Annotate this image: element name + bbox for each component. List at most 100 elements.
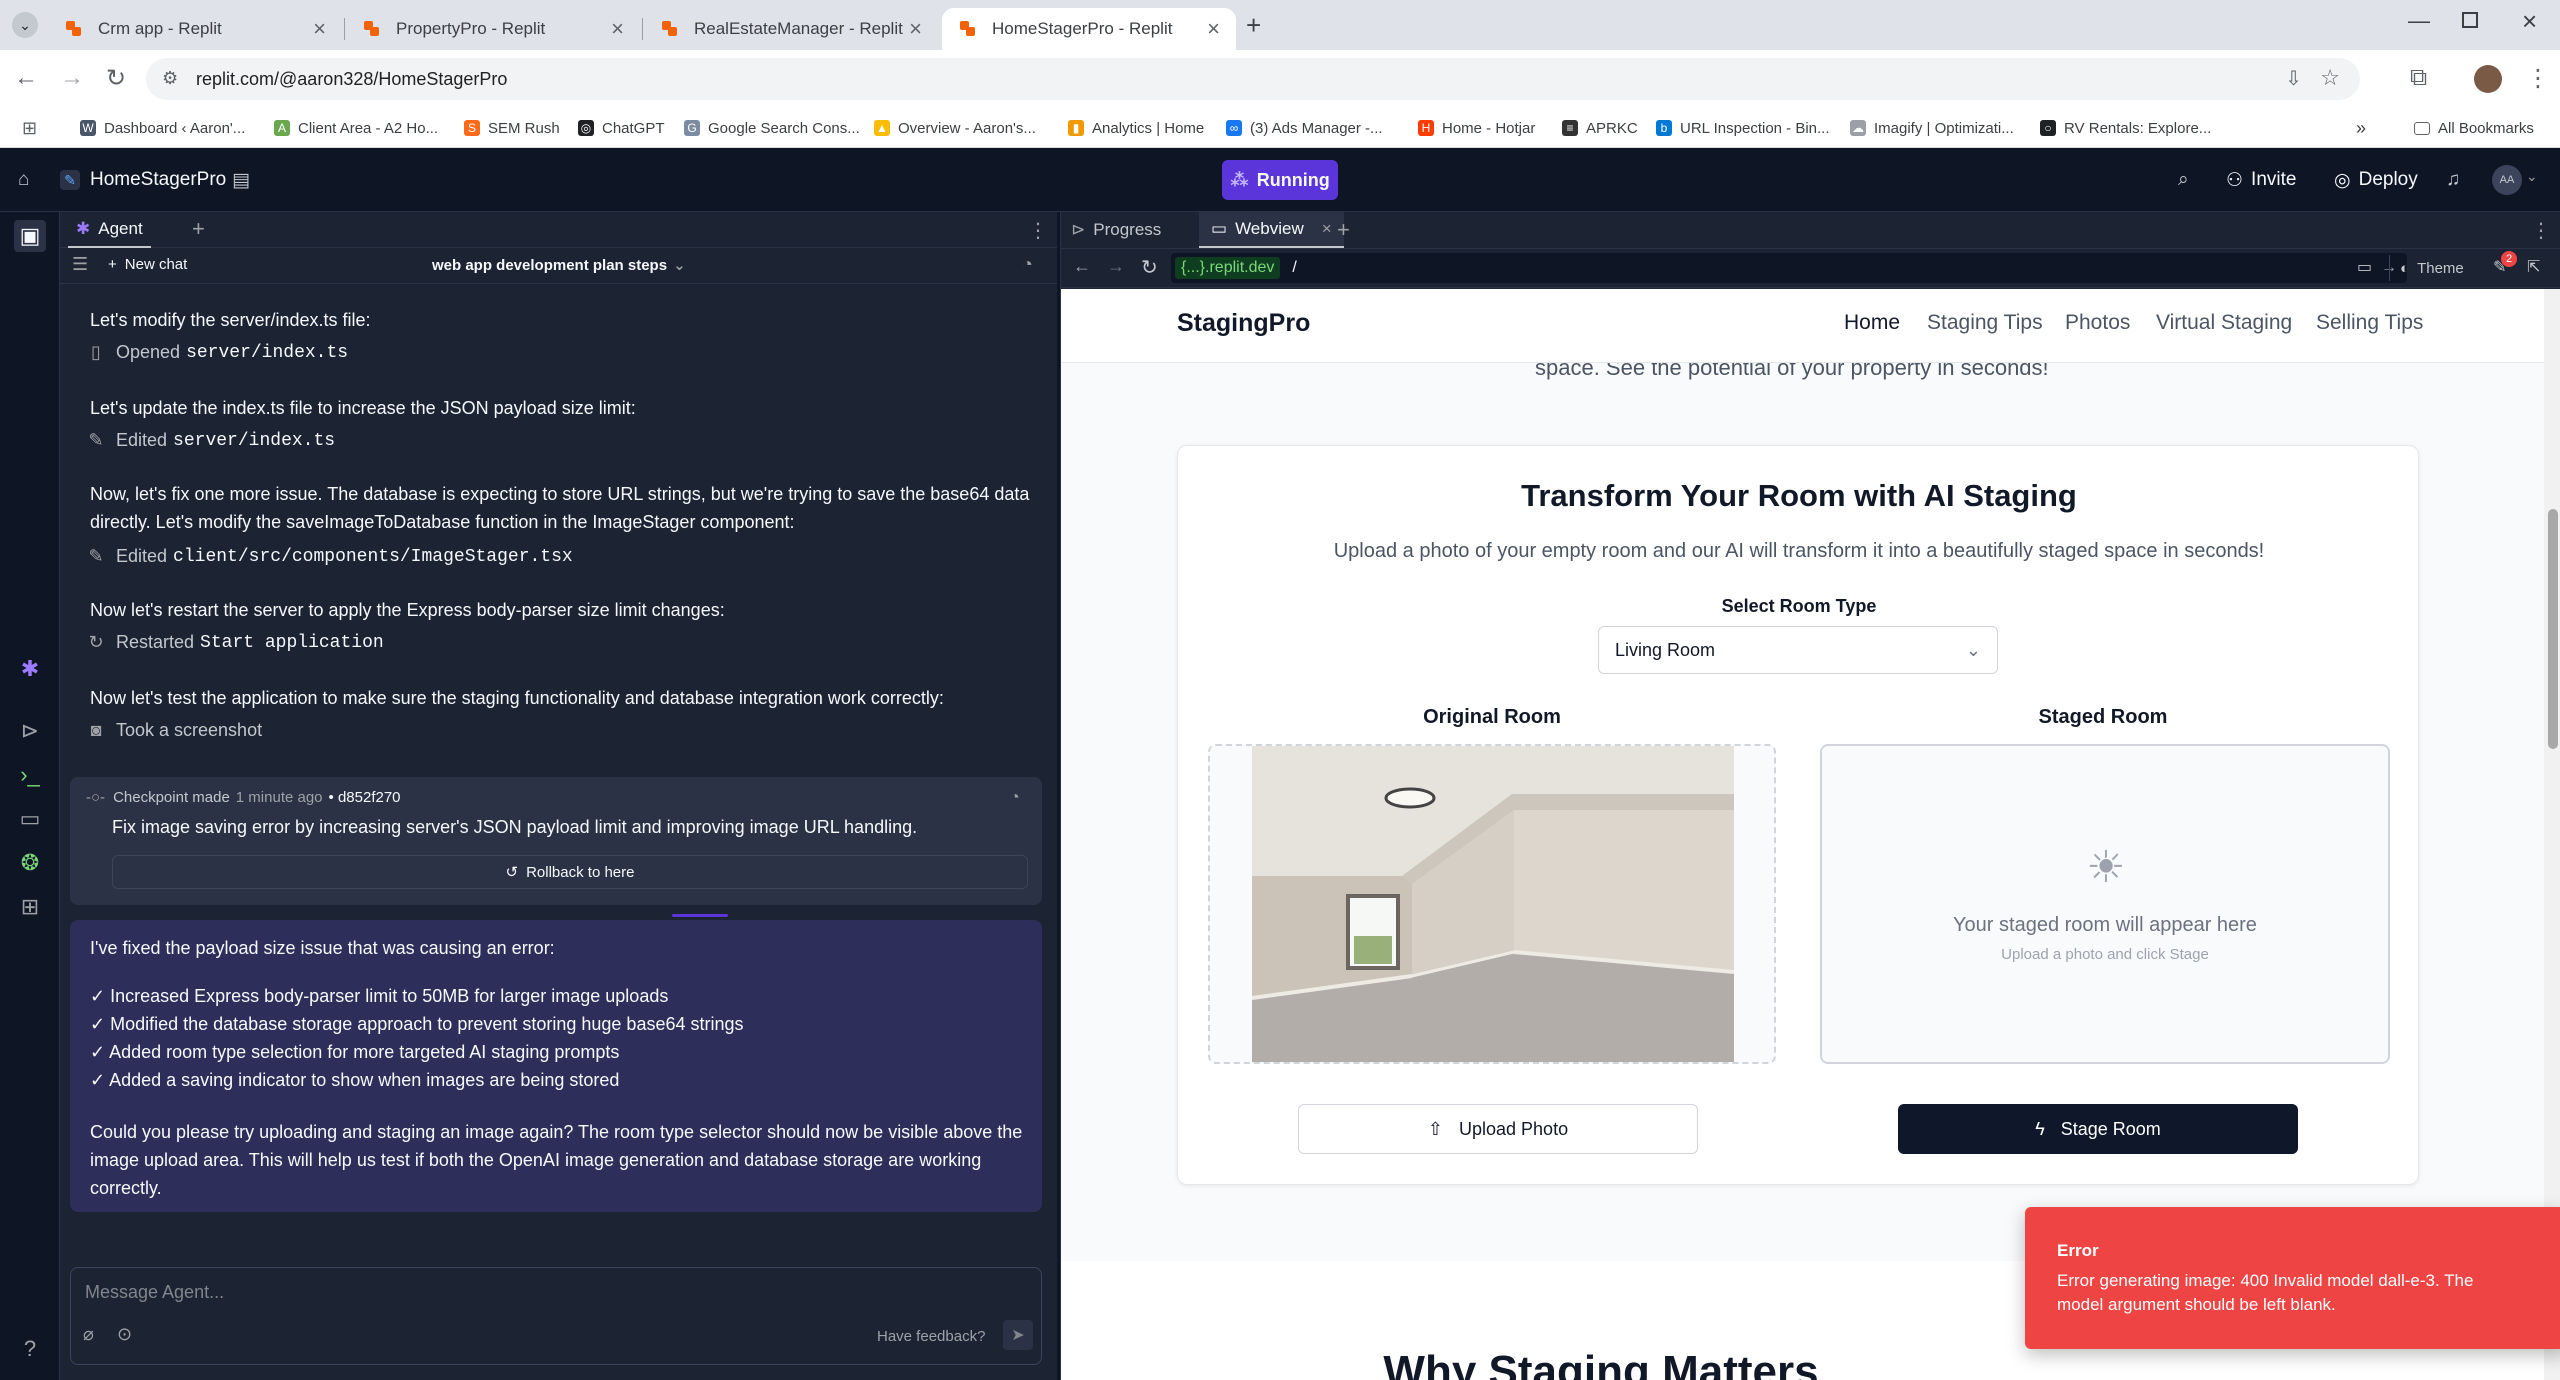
- chat-settings-icon[interactable]: ◔: [1022, 254, 1033, 275]
- new-tab-icon[interactable]: +: [1246, 10, 1261, 41]
- install-app-icon[interactable]: ⇩: [2285, 66, 2302, 91]
- stage-room-button[interactable]: ϟ Stage Room: [1898, 1104, 2298, 1154]
- restore-icon[interactable]: [2462, 12, 2478, 28]
- browser-tab[interactable]: PropertyPro - Replit ×: [346, 8, 640, 50]
- room-type-select[interactable]: Living Room ⌄: [1598, 626, 1998, 674]
- original-dropzone[interactable]: [1208, 744, 1776, 1064]
- webview-reload-icon[interactable]: ↻: [1141, 255, 1158, 280]
- toast-message: Error generating image: 400 Invalid mode…: [2057, 1271, 2474, 1314]
- lightbulb-icon: ☀: [2086, 843, 2126, 892]
- shell-icon[interactable]: ›_: [16, 762, 44, 790]
- add-tab-icon[interactable]: +: [192, 216, 205, 242]
- nav-staging-tips[interactable]: Staging Tips: [1927, 311, 2043, 335]
- chat-title-dropdown[interactable]: web app development plan steps ⌄: [432, 256, 686, 275]
- context-icon[interactable]: ⊙: [117, 1324, 132, 1345]
- bookmark-item[interactable]: b URL Inspection - Bin...: [1656, 108, 1830, 148]
- bookmark-item[interactable]: ∞ (3) Ads Manager -...: [1226, 108, 1383, 148]
- site-brand[interactable]: StagingPro: [1177, 309, 1310, 338]
- agent-input-box[interactable]: Message Agent... ⌀ ⊙ Have feedback? ➤: [70, 1267, 1042, 1365]
- avatar-menu-icon[interactable]: ⌄: [2526, 168, 2538, 185]
- project-switcher[interactable]: ✎ HomeStagerPro: [60, 160, 226, 200]
- add-tab-icon[interactable]: +: [1337, 212, 1350, 248]
- all-tools-icon[interactable]: ⊞: [16, 894, 44, 922]
- webview-url-bar[interactable]: {...}.replit.dev / →: [1171, 253, 2407, 283]
- rollback-button[interactable]: ↺ Rollback to here: [112, 855, 1028, 889]
- upload-photo-button[interactable]: ⇧ Upload Photo: [1298, 1104, 1698, 1154]
- close-tab-icon[interactable]: ×: [1207, 16, 1220, 42]
- close-tab-icon[interactable]: ×: [611, 16, 624, 42]
- bookmark-item[interactable]: S SEM Rush: [464, 108, 560, 148]
- browser-tab[interactable]: Crm app - Replit ×: [48, 8, 342, 50]
- browser-tab[interactable]: RealEstateManager - Replit ×: [644, 8, 938, 50]
- nav-home[interactable]: Home: [1844, 311, 1900, 335]
- feedback-link[interactable]: Have feedback?: [877, 1328, 985, 1345]
- close-tab-icon[interactable]: ×: [909, 16, 922, 42]
- address-bar[interactable]: ⚙ replit.com/@aaron328/HomeStagerPro ⇩ ☆: [146, 58, 2360, 100]
- notifications-icon[interactable]: ♫: [2446, 160, 2460, 200]
- theme-button[interactable]: ◐ Theme: [2389, 255, 2464, 281]
- agent-tool-icon[interactable]: ✱: [16, 656, 44, 684]
- profile-avatar[interactable]: [2474, 65, 2502, 93]
- close-window-icon[interactable]: ×: [2522, 6, 2537, 37]
- back-icon[interactable]: ←: [14, 64, 38, 92]
- bookmark-item[interactable]: ◎ ChatGPT: [578, 108, 665, 148]
- checkpoint-settings-icon[interactable]: ◔: [1010, 789, 1020, 807]
- send-button[interactable]: ➤: [1003, 1320, 1033, 1350]
- bookmark-item[interactable]: ▮ Analytics | Home: [1068, 108, 1204, 148]
- forward-icon[interactable]: →: [60, 64, 84, 92]
- run-status-button[interactable]: ⁂ Running: [1222, 160, 1338, 200]
- chrome-menu-icon[interactable]: ⋮: [2526, 64, 2550, 93]
- home-icon[interactable]: ⌂: [18, 160, 29, 200]
- room-type-label: Select Room Type: [1721, 596, 1877, 616]
- bookmark-item[interactable]: ▲ Overview - Aaron's...: [874, 108, 1036, 148]
- open-new-window-icon[interactable]: ⇱: [2527, 257, 2540, 277]
- more-bookmarks-icon[interactable]: »: [2356, 118, 2366, 139]
- device-icon[interactable]: ▭: [2357, 257, 2372, 277]
- pane-menu-icon[interactable]: ⋮: [1028, 218, 1048, 243]
- console-toggle-icon[interactable]: ⊳: [16, 718, 44, 746]
- user-avatar[interactable]: AA: [2492, 165, 2522, 195]
- bookmark-item[interactable]: ≡ APRKC: [1562, 108, 1638, 148]
- extensions-icon[interactable]: ⧉: [2410, 64, 2427, 92]
- invite-button[interactable]: ⚇ Invite: [2226, 160, 2296, 200]
- bookmark-item[interactable]: ☁ Imagify | Optimizati...: [1850, 108, 2014, 148]
- search-icon[interactable]: ⌕: [2178, 160, 2189, 200]
- deploy-button[interactable]: ◎ Deploy: [2334, 160, 2418, 200]
- nav-selling-tips[interactable]: Selling Tips: [2316, 311, 2423, 335]
- new-chat-button[interactable]: + New chat: [108, 256, 187, 273]
- close-tab-icon[interactable]: ×: [1322, 219, 1332, 239]
- site-info-icon[interactable]: ⚙: [162, 68, 178, 89]
- webview-back-icon[interactable]: ←: [1073, 256, 1091, 277]
- tab-progress[interactable]: ⊳ Progress: [1071, 212, 1161, 248]
- bookmark-item[interactable]: G Google Search Cons...: [684, 108, 860, 148]
- webview-forward-icon[interactable]: →: [1107, 256, 1125, 277]
- webview-icon[interactable]: ▭: [16, 806, 44, 834]
- tab-webview[interactable]: ▭ Webview ×: [1199, 212, 1344, 248]
- bookmark-item[interactable]: ○ RV Rentals: Explore...: [2040, 108, 2211, 148]
- pane-menu-icon[interactable]: ⋮: [2531, 212, 2551, 248]
- apps-grid-icon[interactable]: ⊞: [22, 118, 37, 139]
- close-tab-icon[interactable]: ×: [313, 16, 326, 42]
- project-info-icon[interactable]: ▤: [232, 160, 250, 200]
- nav-virtual-staging[interactable]: Virtual Staging: [2156, 311, 2292, 335]
- help-icon[interactable]: ?: [16, 1336, 44, 1364]
- scrollbar-thumb[interactable]: [2548, 509, 2558, 749]
- nav-photos[interactable]: Photos: [2065, 311, 2130, 335]
- files-icon[interactable]: ▣: [14, 220, 46, 252]
- all-bookmarks[interactable]: All Bookmarks: [2414, 108, 2534, 148]
- reload-icon[interactable]: ↻: [106, 64, 126, 93]
- bookmark-item[interactable]: W Dashboard ‹ Aaron'...: [80, 108, 245, 148]
- deployments-icon[interactable]: ❂: [16, 850, 44, 878]
- chat-list-icon[interactable]: ☰: [72, 254, 88, 275]
- browser-tab-active[interactable]: HomeStagerPro - Replit ×: [942, 8, 1236, 50]
- minimize-icon[interactable]: —: [2408, 8, 2430, 34]
- bookmark-item[interactable]: H Home - Hotjar: [1418, 108, 1535, 148]
- bookmark-star-icon[interactable]: ☆: [2320, 65, 2340, 91]
- agent-tab[interactable]: ✱ Agent: [68, 212, 151, 248]
- bookmark-item[interactable]: A Client Area - A2 Ho...: [274, 108, 438, 148]
- checkpoint-label: Checkpoint made: [113, 789, 230, 806]
- error-toast[interactable]: Error Error Error generating image: 400 …: [2025, 1207, 2560, 1349]
- tab-search-icon[interactable]: ⌄: [12, 12, 38, 38]
- agent-input-placeholder[interactable]: Message Agent...: [85, 1282, 224, 1303]
- attach-icon[interactable]: ⌀: [83, 1324, 94, 1345]
